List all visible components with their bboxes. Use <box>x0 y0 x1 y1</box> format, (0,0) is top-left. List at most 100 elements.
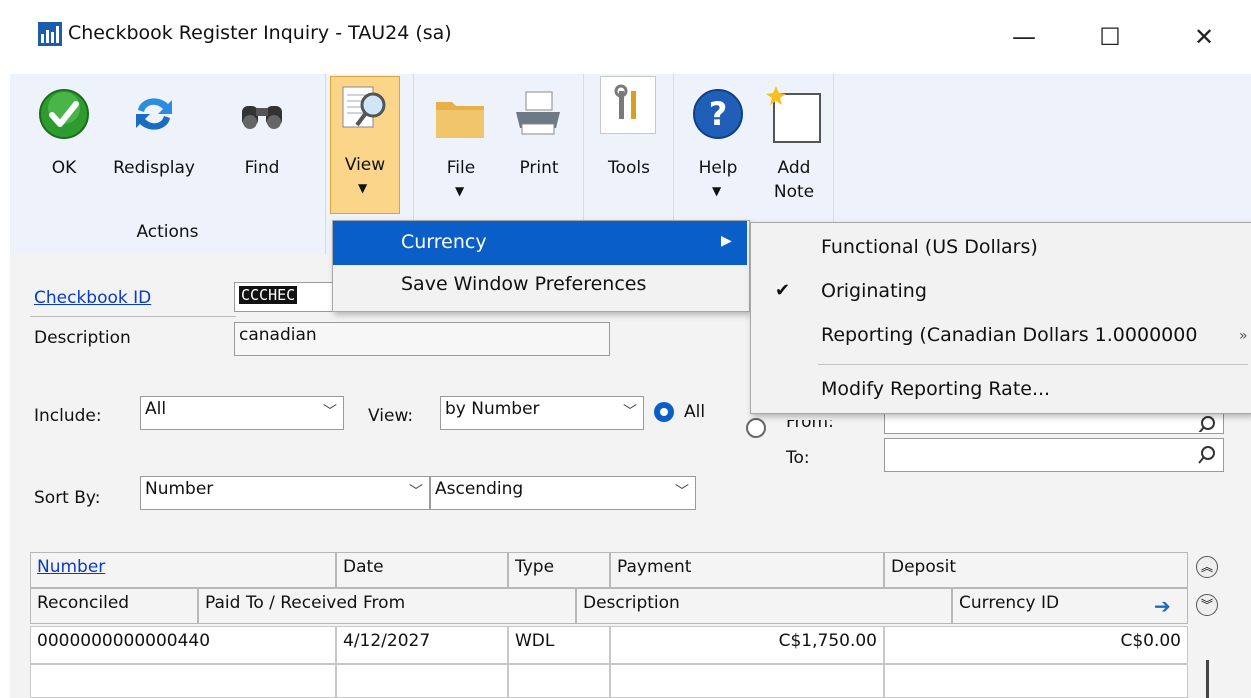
table-row-empty[interactable] <box>30 664 336 698</box>
menu-item-modify-reporting-rate[interactable]: Modify Reporting Rate... <box>751 368 1251 412</box>
redisplay-label: Redisplay <box>113 158 195 178</box>
menu-item-reporting[interactable]: Reporting (Canadian Dollars 1.0000000 » <box>751 314 1251 358</box>
add-note-label-1: Add <box>777 158 811 178</box>
help-button[interactable]: ? Help ▼ <box>684 84 752 224</box>
menu-item-originating[interactable]: ✔ Originating <box>751 270 1251 314</box>
ok-label: OK <box>51 158 77 178</box>
to-field[interactable] <box>884 438 1224 472</box>
binoculars-icon <box>236 88 288 140</box>
expand-rows-icon[interactable]: ︾ <box>1196 594 1218 616</box>
chevron-down-icon: ﹀ <box>623 404 637 420</box>
help-icon: ? <box>692 88 744 140</box>
document-magnifier-icon <box>339 83 391 135</box>
sort-order-dropdown[interactable]: Ascending ﹀ <box>430 476 696 510</box>
sort-by-label: Sort By: <box>34 488 101 508</box>
ok-button[interactable]: OK <box>28 84 100 224</box>
lookup-magnifier-icon[interactable] <box>1196 414 1218 432</box>
divider <box>30 316 236 317</box>
tools-button[interactable]: Tools <box>594 76 664 224</box>
svg-text:?: ? <box>709 95 728 133</box>
close-button[interactable]: ✕ <box>1176 14 1232 60</box>
table-row-date[interactable]: 4/12/2027 <box>336 626 508 664</box>
description-value: canadian <box>239 325 317 345</box>
minimize-button[interactable]: — <box>996 14 1052 60</box>
help-dropdown-arrow-icon: ▼ <box>712 184 722 198</box>
checkbook-id-value: CCCHEC <box>239 286 298 304</box>
app-logo-icon <box>38 22 62 46</box>
checkbook-id-link[interactable]: Checkbook ID <box>34 288 151 308</box>
arrow-right-icon[interactable]: ➔ <box>1154 594 1171 618</box>
table-row-empty[interactable] <box>336 664 508 698</box>
sort-by-value: Number <box>145 479 214 499</box>
grid-header-number[interactable]: Number <box>30 552 336 588</box>
table-row-payment[interactable]: C$1,750.00 <box>610 626 884 664</box>
currency-label: Currency <box>401 231 487 253</box>
menu-item-currency[interactable]: Currency ▶ <box>333 221 747 265</box>
grid-header-type: Type <box>508 552 610 588</box>
grid-header-description: Description <box>576 588 952 624</box>
find-button[interactable]: Find <box>230 84 294 224</box>
view-dropdown[interactable]: by Number ﹀ <box>440 396 644 430</box>
table-row-type[interactable]: WDL <box>508 626 610 664</box>
radio-all-label: All <box>684 402 706 422</box>
grid-header-deposit: Deposit <box>884 552 1188 588</box>
description-field[interactable]: canadian <box>234 322 610 356</box>
refresh-icon <box>128 88 180 140</box>
more-indicator-icon: » <box>1239 328 1248 344</box>
view-label: View <box>344 155 386 175</box>
table-row-number[interactable]: 0000000000000440 <box>30 626 336 664</box>
file-button[interactable]: File ▼ <box>428 84 494 224</box>
file-dropdown-arrow-icon: ▼ <box>455 184 465 198</box>
maximize-button[interactable]: ☐ <box>1082 14 1138 60</box>
grid-header-reconciled: Reconciled <box>30 588 198 624</box>
folder-icon <box>434 92 486 144</box>
actions-group-label: Actions <box>136 222 199 242</box>
include-dropdown[interactable]: All ﹀ <box>140 396 344 430</box>
submenu-arrow-icon: ▶ <box>721 233 732 249</box>
add-note-button[interactable]: Add Note <box>758 80 830 220</box>
radio-all[interactable] <box>654 402 674 422</box>
help-label: Help <box>698 158 738 178</box>
window-title: Checkbook Register Inquiry - TAU24 (sa) <box>68 22 452 44</box>
sort-order-value: Ascending <box>435 479 524 499</box>
radio-from[interactable] <box>746 418 766 438</box>
find-label: Find <box>244 158 280 178</box>
table-row-empty[interactable] <box>508 664 610 698</box>
menu-item-save-window-preferences[interactable]: Save Window Preferences <box>333 265 747 309</box>
lookup-magnifier-icon[interactable] <box>1196 444 1218 466</box>
collapse-rows-icon[interactable]: ︽ <box>1196 556 1218 578</box>
grid-header-date: Date <box>336 552 508 588</box>
chevron-down-icon: ﹀ <box>323 404 337 420</box>
view-filter-value: by Number <box>445 399 540 419</box>
grid-header-currency-id: Currency ID <box>952 588 1188 624</box>
grid-header-paid-to: Paid To / Received From <box>198 588 576 624</box>
view-filter-label: View: <box>368 406 414 426</box>
redisplay-button[interactable]: Redisplay <box>112 84 196 224</box>
print-label: Print <box>519 158 559 178</box>
table-row-deposit[interactable]: C$0.00 <box>884 626 1188 664</box>
add-note-label-2: Note <box>773 182 815 202</box>
checkmark-icon <box>38 88 90 140</box>
note-icon <box>764 84 824 144</box>
print-button[interactable]: Print <box>506 84 572 224</box>
sort-by-dropdown[interactable]: Number ﹀ <box>140 476 430 510</box>
checkmark-icon: ✔ <box>775 280 791 301</box>
table-row-empty[interactable] <box>610 664 884 698</box>
table-row-empty[interactable] <box>884 664 1188 698</box>
scrollbar-thumb[interactable] <box>1206 660 1209 698</box>
save-prefs-label: Save Window Preferences <box>401 273 647 295</box>
originating-label: Originating <box>821 280 927 302</box>
chevron-down-icon: ﹀ <box>409 484 423 500</box>
modify-rate-label: Modify Reporting Rate... <box>821 378 1051 400</box>
menu-separator <box>818 364 1248 365</box>
tools-icon <box>600 76 656 134</box>
description-label: Description <box>34 328 131 348</box>
to-label: To: <box>786 448 810 468</box>
printer-icon <box>512 88 564 140</box>
view-dropdown-arrow-icon: ▼ <box>358 181 368 195</box>
menu-item-functional[interactable]: Functional (US Dollars) <box>751 226 1251 270</box>
view-button[interactable]: View ▼ <box>330 76 400 214</box>
grid-header-payment: Payment <box>610 552 884 588</box>
include-value: All <box>145 399 167 419</box>
file-label: File <box>446 158 476 178</box>
